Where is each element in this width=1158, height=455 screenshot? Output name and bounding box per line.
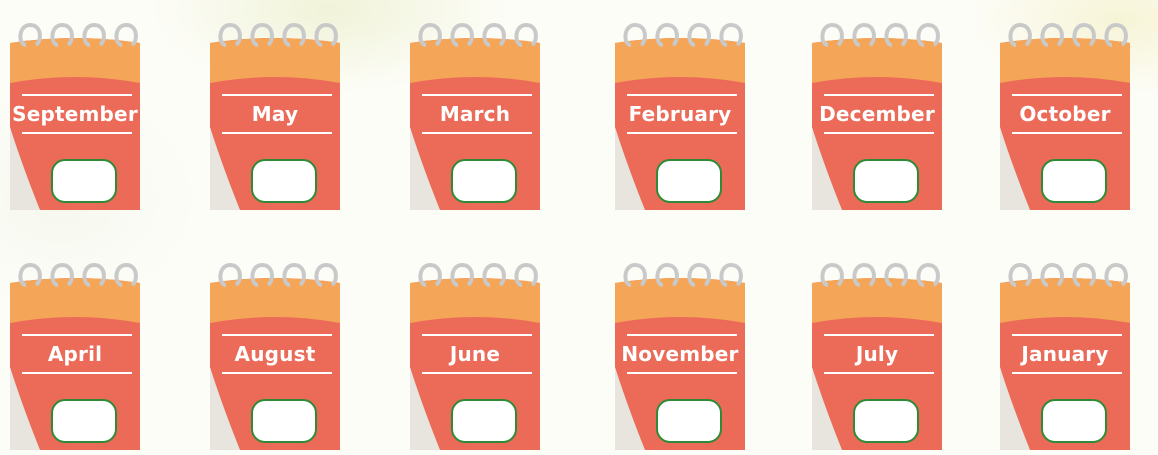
answer-input-box[interactable] xyxy=(1041,159,1107,203)
month-label: February xyxy=(628,102,732,126)
month-label: November xyxy=(621,342,739,366)
month-label: September xyxy=(12,102,138,126)
calendar-card: March xyxy=(400,5,550,210)
answer-input-box[interactable] xyxy=(1041,399,1107,443)
answer-input-box[interactable] xyxy=(853,159,919,203)
calendar-card: May xyxy=(200,5,350,210)
calendar-card: December xyxy=(802,5,952,210)
month-label: June xyxy=(449,342,501,366)
month-label: January xyxy=(1021,342,1109,366)
calendar-card: November xyxy=(605,245,755,450)
calendar-card: April xyxy=(0,245,150,450)
answer-input-box[interactable] xyxy=(251,159,317,203)
calendar-card: August xyxy=(200,245,350,450)
background xyxy=(0,0,1158,454)
month-label: December xyxy=(819,102,935,126)
answer-input-box[interactable] xyxy=(656,399,722,443)
answer-input-box[interactable] xyxy=(451,159,517,203)
answer-input-box[interactable] xyxy=(51,399,117,443)
answer-input-box[interactable] xyxy=(251,399,317,443)
answer-input-box[interactable] xyxy=(853,399,919,443)
month-label: August xyxy=(234,342,316,366)
month-label: April xyxy=(47,342,103,366)
calendar-card: June xyxy=(400,245,550,450)
answer-input-box[interactable] xyxy=(51,159,117,203)
answer-input-box[interactable] xyxy=(656,159,722,203)
calendar-card: February xyxy=(605,5,755,210)
calendar-card: July xyxy=(802,245,952,450)
calendar-card: January xyxy=(990,245,1140,450)
calendar-card: October xyxy=(990,5,1140,210)
calendar-card: September xyxy=(0,5,150,210)
month-label: May xyxy=(251,102,299,126)
month-label: July xyxy=(855,342,899,366)
month-label: March xyxy=(439,102,511,126)
answer-input-box[interactable] xyxy=(451,399,517,443)
month-label: October xyxy=(1019,102,1111,126)
